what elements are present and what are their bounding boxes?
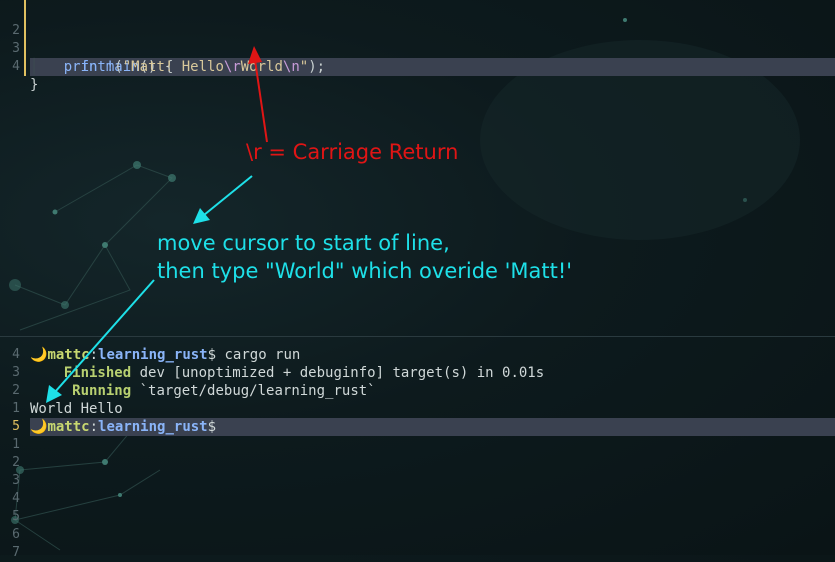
cyan-arrow-upper [193,175,253,224]
cyan-arrow-lower [46,279,155,403]
annotation-arrows [46,46,268,403]
red-arrow [248,46,268,143]
